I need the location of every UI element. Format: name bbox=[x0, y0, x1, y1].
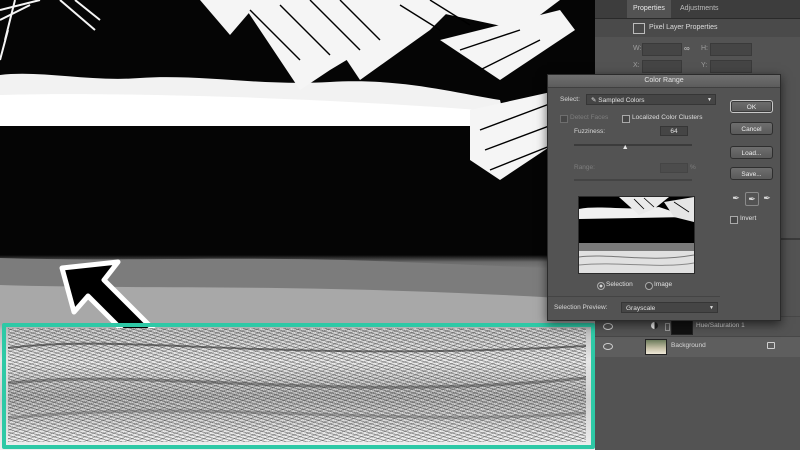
range-slider-track bbox=[574, 179, 692, 181]
localized-clusters-checkbox[interactable] bbox=[622, 115, 630, 123]
chain-icon bbox=[665, 323, 670, 331]
eye-icon[interactable] bbox=[603, 343, 613, 350]
height-field[interactable] bbox=[710, 43, 752, 56]
layer-thumbnail bbox=[645, 339, 667, 355]
chevron-down-icon: ▼ bbox=[707, 97, 712, 103]
range-label: Range: bbox=[574, 164, 595, 171]
range-input bbox=[660, 163, 688, 173]
select-dropdown[interactable]: ✎ Sampled Colors ▼ bbox=[586, 94, 716, 105]
eyedropper-icon: ✎ bbox=[591, 97, 597, 104]
image-radio-label: Image bbox=[654, 281, 673, 288]
x-field[interactable] bbox=[642, 60, 682, 73]
dialog-divider bbox=[548, 296, 720, 297]
localized-clusters-label: Localized Color Clusters bbox=[632, 114, 703, 121]
fuzziness-input[interactable]: 64 bbox=[660, 126, 688, 136]
range-unit: % bbox=[690, 164, 696, 171]
tab-adjustments[interactable]: Adjustments bbox=[674, 0, 725, 18]
select-label: Select: bbox=[560, 96, 580, 103]
eyedropper-minus-icon[interactable]: ✒ bbox=[761, 192, 773, 204]
chevron-down-icon: ▼ bbox=[709, 305, 714, 311]
color-range-dialog: Color Range Select: ✎ Sampled Colors ▼ D… bbox=[547, 74, 781, 321]
detect-faces-checkbox[interactable] bbox=[560, 115, 568, 123]
fuzziness-label: Fuzziness: bbox=[574, 128, 606, 135]
cancel-button[interactable]: Cancel bbox=[730, 122, 773, 135]
save-button[interactable]: Save... bbox=[730, 167, 773, 180]
fuzziness-slider-track[interactable] bbox=[574, 144, 692, 146]
layer-mask-thumbnail bbox=[671, 319, 693, 335]
invert-checkbox[interactable] bbox=[730, 216, 738, 224]
link-icon[interactable]: ∞ bbox=[684, 44, 690, 53]
dialog-title: Color Range bbox=[548, 75, 780, 88]
y-field[interactable] bbox=[710, 60, 752, 73]
eyedropper-icon[interactable]: ✒ bbox=[730, 192, 742, 204]
select-value: Sampled Colors bbox=[598, 97, 645, 104]
properties-title: Pixel Layer Properties bbox=[649, 24, 718, 31]
selection-radio[interactable] bbox=[597, 282, 605, 290]
layer-name: Hue/Saturation 1 bbox=[696, 322, 745, 329]
layer-name: Background bbox=[671, 342, 706, 349]
h-label: H: bbox=[701, 45, 708, 52]
fuzziness-slider-thumb[interactable]: ▲ bbox=[622, 144, 629, 151]
properties-header: Pixel Layer Properties bbox=[595, 19, 800, 37]
x-label: X: bbox=[633, 62, 640, 69]
image-radio[interactable] bbox=[645, 282, 653, 290]
w-label: W: bbox=[633, 45, 642, 52]
y-label: Y: bbox=[701, 62, 708, 69]
layer-row[interactable]: Background bbox=[595, 336, 800, 357]
tab-properties[interactable]: Properties bbox=[627, 0, 671, 18]
width-field[interactable] bbox=[642, 43, 682, 56]
selection-preview-value: Grayscale bbox=[626, 305, 656, 312]
panel-tabbar: Properties Adjustments bbox=[595, 0, 800, 19]
eye-icon[interactable] bbox=[603, 323, 613, 330]
lock-icon bbox=[767, 342, 775, 349]
adjustment-icon bbox=[651, 322, 658, 329]
document-canvas[interactable] bbox=[0, 0, 595, 450]
detect-faces-label: Detect Faces bbox=[570, 114, 609, 121]
selection-preview-image bbox=[578, 196, 695, 274]
highlight-frame bbox=[2, 323, 595, 449]
eyedropper-plus-icon[interactable]: ✒ bbox=[745, 192, 759, 206]
pixel-layer-icon bbox=[633, 23, 645, 34]
selection-preview-label: Selection Preview: bbox=[554, 304, 608, 311]
selection-preview-dropdown[interactable]: Grayscale ▼ bbox=[621, 302, 718, 313]
ok-button[interactable]: OK bbox=[730, 100, 773, 113]
load-button[interactable]: Load... bbox=[730, 146, 773, 159]
invert-label: Invert bbox=[740, 215, 757, 222]
selection-radio-label: Selection bbox=[606, 281, 633, 288]
